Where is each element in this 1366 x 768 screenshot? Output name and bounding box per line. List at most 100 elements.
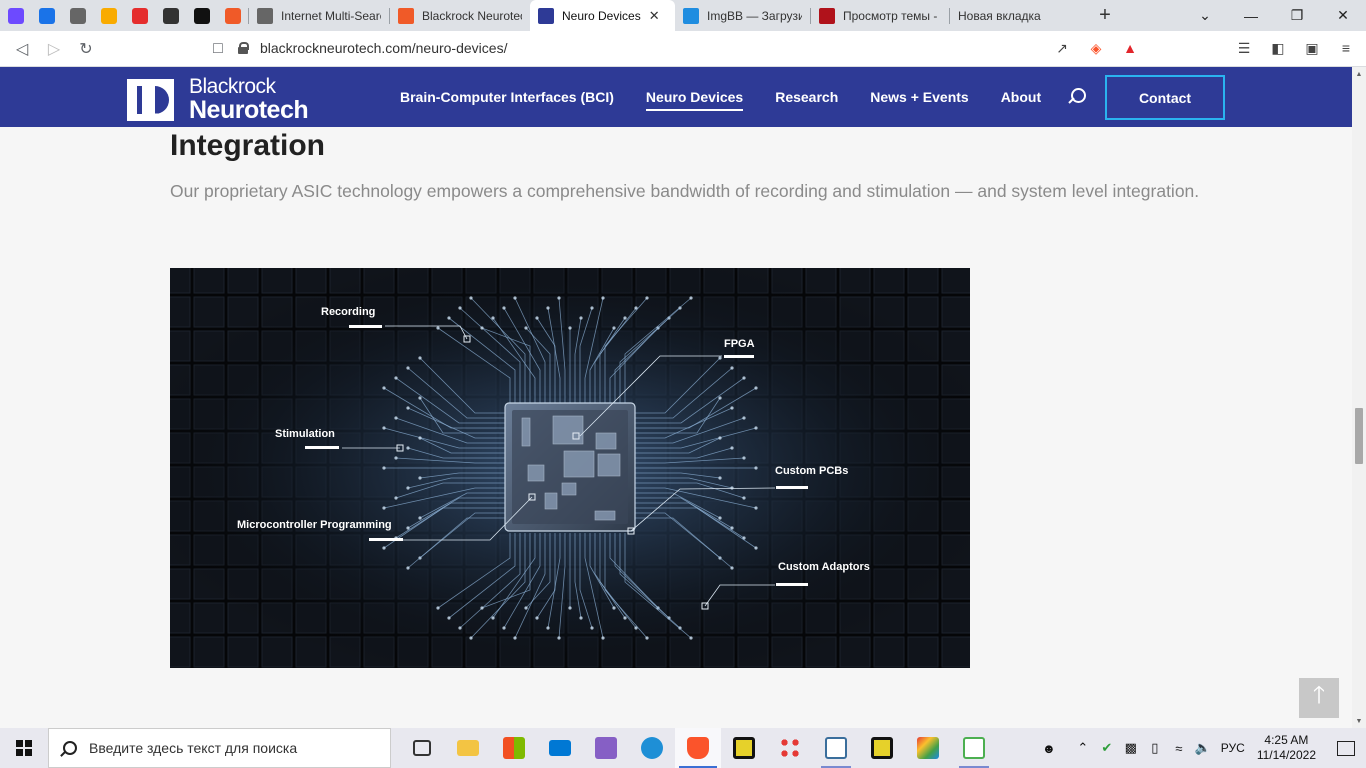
brave-shield-icon[interactable]: ◈ (1084, 33, 1108, 63)
proton-mail-icon (7, 7, 24, 24)
edge-icon[interactable] (629, 728, 675, 768)
app-chart-icon[interactable] (951, 728, 997, 768)
people-icon[interactable]: ☻ (1037, 741, 1061, 756)
app-red-dots-icon[interactable] (767, 728, 813, 768)
tab-title: Blackrock Neurotec (422, 8, 522, 23)
browser-tab-11[interactable]: ImgBB — Загрузить (675, 0, 810, 31)
bookmark-icon[interactable]: □ (202, 33, 234, 65)
security-check-icon[interactable]: ✔ (1095, 740, 1119, 756)
pinned-tab-4[interactable] (124, 0, 155, 31)
volume-icon[interactable]: 🔈 (1191, 740, 1215, 756)
pinned-tab-2[interactable] (62, 0, 93, 31)
page-content: Integration Our proprietary ASIC technol… (0, 127, 1352, 728)
underline-custom-pcbs (776, 486, 808, 489)
contact-button[interactable]: Contact (1105, 75, 1225, 120)
wikipedia-icon (193, 7, 210, 24)
pinned-tab-5[interactable] (155, 0, 186, 31)
site-header: Blackrock Neurotech Brain-Computer Inter… (0, 67, 1352, 127)
underline-recording (349, 325, 382, 328)
wifi-icon[interactable]: ≈ (1167, 741, 1191, 756)
search-icon[interactable] (1068, 88, 1086, 106)
sberbank-icon (131, 7, 148, 24)
scrollbar-thumb[interactable] (1355, 408, 1363, 464)
nav-about[interactable]: About (1001, 89, 1041, 105)
start-button[interactable] (0, 728, 48, 768)
logo-line1: Blackrock (189, 75, 276, 98)
label-custom-pcbs: Custom PCBs (775, 465, 849, 477)
close-window-icon[interactable]: ✕ (1320, 0, 1366, 31)
pinned-tab-1[interactable] (31, 0, 62, 31)
tab-search-icon[interactable]: ⌄ (1182, 0, 1228, 31)
forum-icon (819, 7, 835, 24)
brave-browser-icon[interactable] (675, 728, 721, 768)
app-yellow-2-icon[interactable] (859, 728, 905, 768)
globe-icon (69, 7, 86, 24)
analytics-icon (100, 7, 117, 24)
imgbb-icon (683, 7, 699, 24)
share-icon[interactable]: ↗ (1050, 33, 1074, 63)
browser-tab-9[interactable]: Blackrock Neurotec (390, 0, 530, 31)
battery-icon[interactable]: ▯ (1143, 740, 1167, 756)
sidebar-icon[interactable]: ◧ (1266, 33, 1290, 63)
reload-icon[interactable]: ↻ (70, 33, 102, 65)
app-colorful-icon[interactable] (905, 728, 951, 768)
browser-tab-13[interactable]: Новая вкладка (950, 0, 1090, 31)
menu-icon[interactable]: ≡ (1334, 33, 1358, 63)
brave-rewards-icon[interactable]: ▲ (1118, 33, 1142, 63)
app-yellow-1-icon[interactable] (721, 728, 767, 768)
playlist-icon[interactable]: ☰ (1232, 33, 1256, 63)
search-icon (63, 741, 77, 755)
scroll-up-icon[interactable]: ▲ (1352, 67, 1366, 81)
restore-icon[interactable]: ❐ (1274, 0, 1320, 31)
url-text: blackrockneurotech.com/neuro-devices/ (260, 40, 508, 56)
tray-chevron-icon[interactable]: ⌃ (1071, 740, 1095, 756)
app-window-icon[interactable] (813, 728, 859, 768)
underline-microcontroller (369, 538, 403, 541)
pinned-tab-0[interactable] (0, 0, 31, 31)
store-icon[interactable] (491, 728, 537, 768)
label-microcontroller: Microcontroller Programming (237, 519, 392, 531)
pinned-tab-3[interactable] (93, 0, 124, 31)
nav-bci[interactable]: Brain-Computer Interfaces (BCI) (400, 89, 614, 105)
visual-studio-icon[interactable] (583, 728, 629, 768)
minimize-icon[interactable]: — (1228, 0, 1274, 31)
scroll-to-top-button[interactable]: 🡑 (1299, 678, 1339, 718)
file-explorer-icon[interactable] (445, 728, 491, 768)
tab-title: Просмотр темы - С (843, 8, 941, 23)
wallet-icon[interactable]: ▣ (1300, 33, 1324, 63)
browser-tab-10[interactable]: Neuro Devices ✕ (530, 0, 675, 31)
browser-toolbar: ◁ ▷ ↻ □ blackrockneurotech.com/neuro-dev… (0, 31, 1366, 67)
nav-research[interactable]: Research (775, 89, 838, 105)
taskbar-apps (399, 728, 997, 768)
pinned-tab-6[interactable] (186, 0, 217, 31)
clock[interactable]: 4:25 AM 11/14/2022 (1257, 733, 1316, 763)
nav-neuro-devices[interactable]: Neuro Devices (645, 89, 744, 111)
plus-cross-icon (398, 7, 414, 24)
back-icon[interactable]: ◁ (6, 33, 38, 65)
mail-app-icon[interactable] (537, 728, 583, 768)
tab-title: Internet Multi-Searc (281, 8, 381, 23)
notifications-icon[interactable] (1326, 728, 1366, 768)
input-language[interactable]: РУС (1221, 741, 1245, 755)
task-view-icon[interactable] (399, 728, 445, 768)
tray-app-icon[interactable]: ▩ (1119, 740, 1143, 756)
scroll-down-icon[interactable]: ▼ (1352, 714, 1366, 728)
chip-illustration (170, 268, 970, 668)
forward-icon[interactable]: ▷ (38, 33, 70, 65)
globe-icon (257, 7, 273, 24)
address-bar[interactable]: blackrockneurotech.com/neuro-devices/ (238, 33, 1038, 63)
taskbar-search[interactable]: Введите здесь текст для поиска (48, 728, 391, 768)
close-tab-icon[interactable]: ✕ (649, 8, 660, 24)
label-fpga: FPGA (724, 338, 755, 350)
pinned-tab-7[interactable] (217, 0, 248, 31)
browser-tab-12[interactable]: Просмотр темы - С (811, 0, 949, 31)
blackrock-logo[interactable]: Blackrock Neurotech (127, 75, 309, 123)
asic-diagram-image: Recording FPGA Stimulation Custom PCBs M… (170, 268, 970, 668)
new-tab-icon[interactable]: + (1090, 4, 1120, 27)
page-icon (538, 7, 554, 24)
browser-tab-8[interactable]: Internet Multi-Searc (249, 0, 389, 31)
underline-fpga (724, 355, 754, 358)
page-scrollbar[interactable]: ▲ ▼ (1352, 67, 1366, 728)
nav-news-events[interactable]: News + Events (870, 89, 968, 105)
logo-mark-icon (127, 78, 174, 121)
